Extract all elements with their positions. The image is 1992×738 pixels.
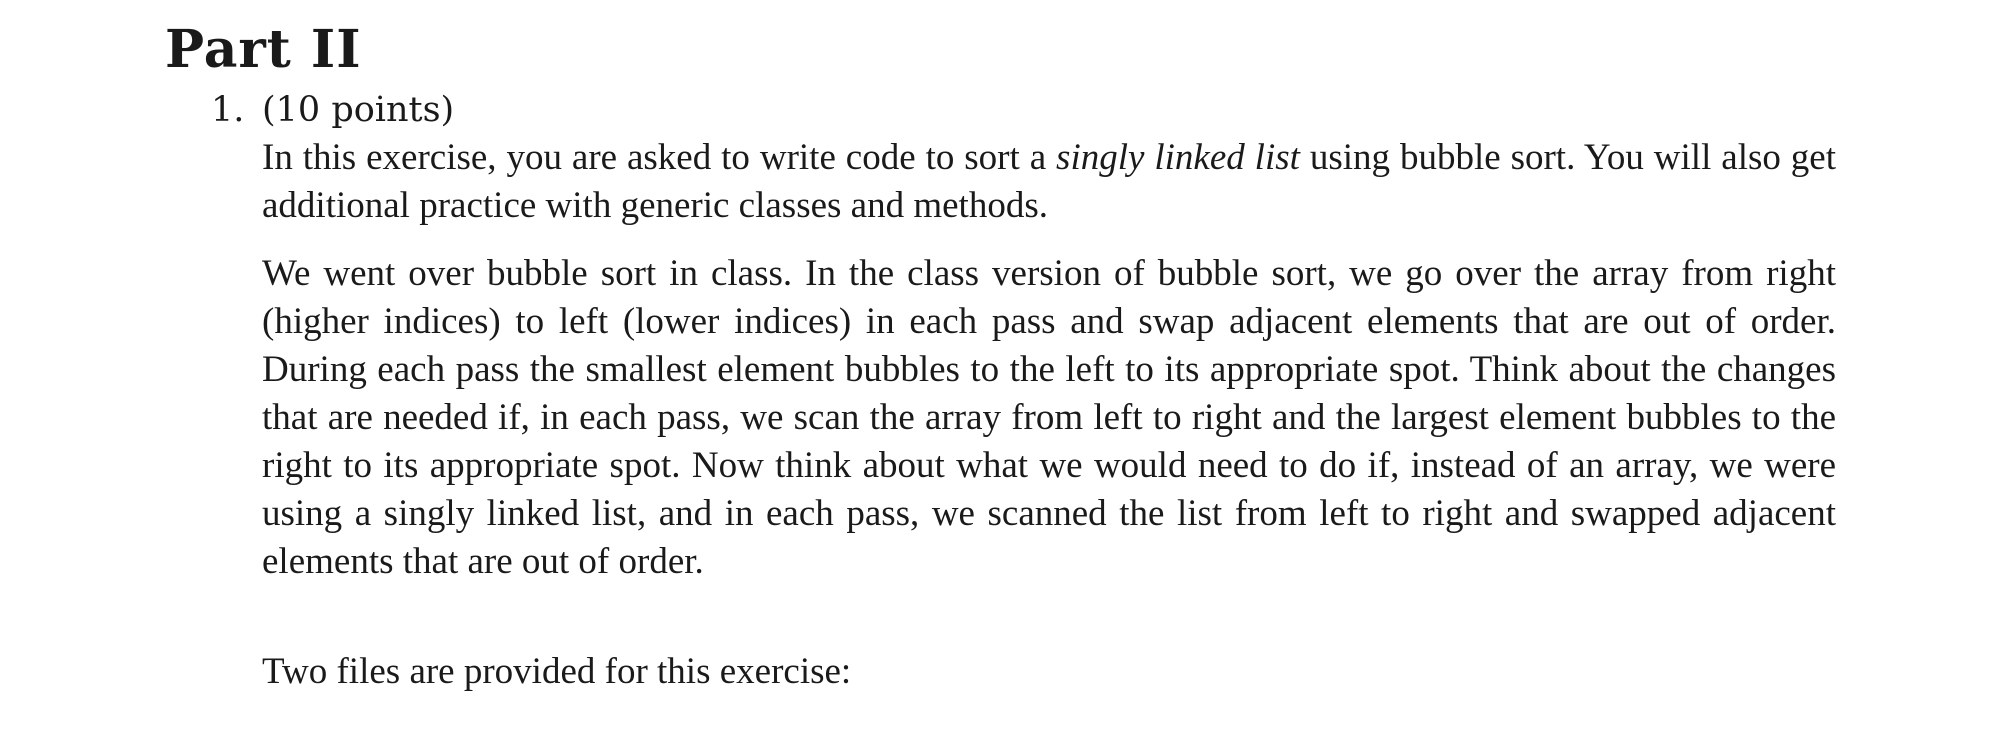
intro-emphasis: singly linked list <box>1056 137 1300 178</box>
document-page: Part II 1. (10 points) In this exercise,… <box>0 0 1992 738</box>
item-number: 1. <box>211 90 245 130</box>
intro-paragraph: In this exercise, you are asked to write… <box>262 134 1836 230</box>
intro-text-start: In this exercise, you are asked to write… <box>262 137 1057 178</box>
item-points: (10 points) <box>262 90 455 130</box>
bubble-sort-paragraph: We went over bubble sort in class. In th… <box>262 253 1836 582</box>
files-paragraph: Two files are provided for this exercise… <box>262 651 852 692</box>
section-heading: Part II <box>165 19 362 80</box>
